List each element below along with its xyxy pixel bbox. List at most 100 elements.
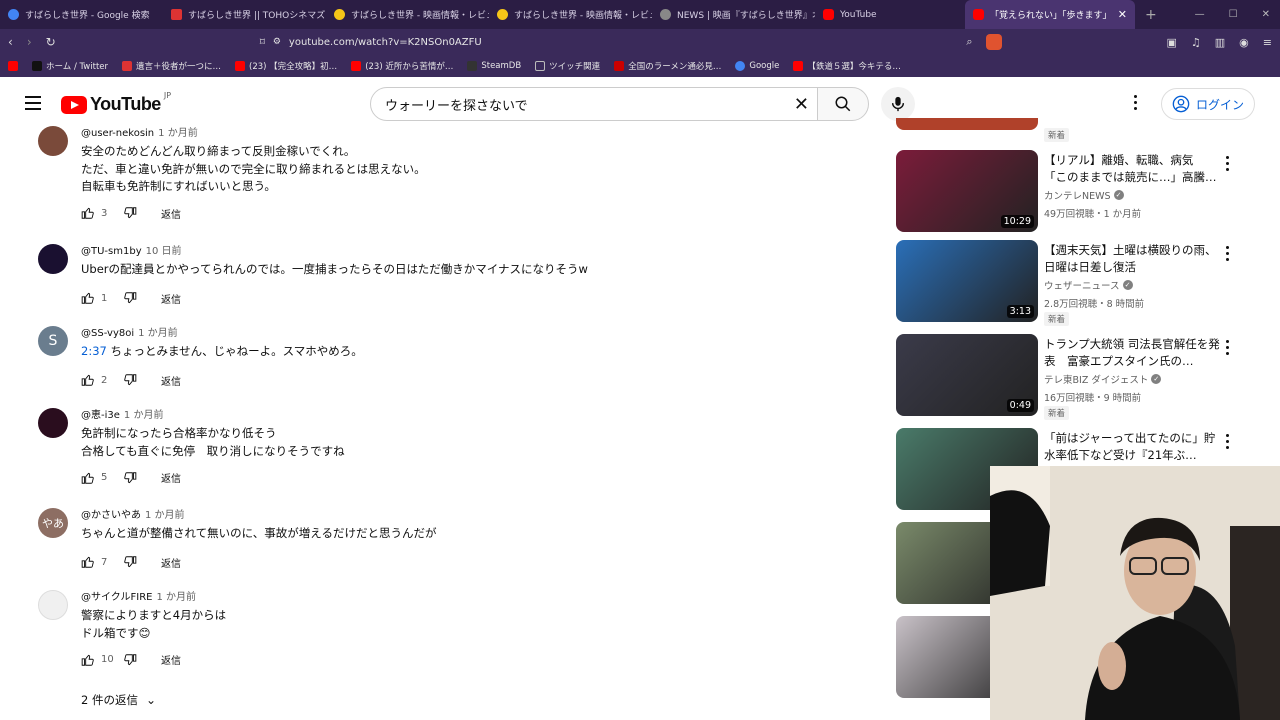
comment-author[interactable]: @サイクルFIRE bbox=[81, 592, 152, 603]
thumbs-up-icon[interactable] bbox=[81, 653, 95, 667]
comment-author[interactable]: @かさいやあ bbox=[81, 510, 141, 521]
close-window-icon[interactable]: ✕ bbox=[1262, 9, 1270, 20]
thumbs-down-icon[interactable] bbox=[123, 373, 137, 387]
video-channel[interactable]: カンテレNEWS ✓ bbox=[1044, 188, 1124, 202]
video-thumbnail-partial[interactable] bbox=[896, 118, 1038, 130]
bookmark-item[interactable] bbox=[8, 61, 18, 71]
video-thumbnail[interactable]: 3:13 bbox=[896, 240, 1038, 322]
new-tab-button[interactable]: + bbox=[1135, 7, 1167, 23]
thumbs-up-icon[interactable] bbox=[81, 206, 95, 220]
browser-tab-active[interactable]: 「覚えられない」「歩きます」違反行為 ✕ bbox=[965, 0, 1135, 29]
thumbs-down-icon[interactable] bbox=[123, 291, 137, 305]
browser-tab[interactable]: すばらしき世界 - 映画情報・レビュー・評価 bbox=[489, 0, 652, 29]
zoom-icon[interactable]: ⌕ bbox=[966, 35, 972, 49]
video-thumbnail[interactable]: 0:49 bbox=[896, 334, 1038, 416]
reply-button[interactable]: 返信 bbox=[161, 470, 181, 485]
avatar[interactable] bbox=[38, 590, 68, 620]
browser-tab[interactable]: NEWS | 映画『すばらしき世界』オフィシャル bbox=[652, 0, 815, 29]
reload-icon[interactable]: ↻ bbox=[46, 35, 56, 49]
video-title[interactable]: トランプ大統領 司法長官解任を発表 富豪エプスタイン氏の… bbox=[1044, 336, 1220, 370]
browser-menu-icon[interactable]: ≡ bbox=[1263, 36, 1272, 49]
bookmark-folder[interactable]: ツイッチ関連 bbox=[535, 60, 600, 72]
comment-content: ちゃんと道が整備されて無いのに、事故が増えるだけだと思うんだが bbox=[81, 525, 436, 543]
browser-tab[interactable]: YouTube bbox=[815, 0, 965, 29]
comment-time[interactable]: 1 か月前 bbox=[156, 592, 196, 603]
browser-tab[interactable]: すばらしき世界 || TOHOシネマズ bbox=[163, 0, 326, 29]
login-button[interactable]: ログイン bbox=[1161, 88, 1256, 120]
thumbs-up-icon[interactable] bbox=[81, 471, 95, 485]
reply-button[interactable]: 返信 bbox=[161, 291, 181, 306]
browser-tab[interactable]: すばらしき世界 - 映画情報・レビュー・評価 bbox=[326, 0, 489, 29]
clear-search-icon[interactable]: ✕ bbox=[794, 94, 809, 115]
comment-author[interactable]: @恵-i3e bbox=[81, 410, 120, 421]
reply-button[interactable]: 返信 bbox=[161, 206, 181, 221]
forward-icon[interactable]: › bbox=[27, 35, 32, 49]
thumbs-up-icon[interactable] bbox=[81, 373, 95, 387]
search-input[interactable]: ウォーリーを探さないで ✕ bbox=[370, 87, 818, 121]
wallet-icon[interactable]: ◉ bbox=[1239, 36, 1249, 49]
comment-author[interactable]: @SS-vy8oi bbox=[81, 328, 134, 339]
voice-search-button[interactable] bbox=[881, 87, 915, 121]
comment-time[interactable]: 1 か月前 bbox=[138, 328, 178, 339]
comment-time[interactable]: 1 か月前 bbox=[158, 128, 198, 139]
music-icon[interactable]: ♫ bbox=[1191, 36, 1201, 49]
sidebar-icon[interactable]: ▥ bbox=[1215, 36, 1225, 49]
bookmark-item[interactable]: SteamDB bbox=[467, 61, 521, 71]
thumbs-down-icon[interactable] bbox=[123, 653, 137, 667]
bookmark-item[interactable]: (23) 近所から苦情が… bbox=[351, 60, 453, 72]
show-replies-button[interactable]: 2 件の返信 ⌄ bbox=[81, 692, 156, 708]
avatar[interactable]: やあ bbox=[38, 508, 68, 538]
comment-author[interactable]: @TU-sm1by bbox=[81, 246, 142, 257]
bookmark-item[interactable]: 遺言＋役者が一つに… bbox=[122, 60, 221, 72]
video-channel[interactable]: ウェザーニュース ✓ bbox=[1044, 278, 1133, 292]
bookmark-item[interactable]: Google bbox=[735, 61, 779, 71]
video-title[interactable]: 【週末天気】土曜は横殴りの雨、日曜は日差し復活 bbox=[1044, 242, 1220, 276]
reply-button[interactable]: 返信 bbox=[161, 373, 181, 388]
thumbs-up-icon[interactable] bbox=[81, 555, 95, 569]
avatar[interactable] bbox=[38, 408, 68, 438]
related-video-item[interactable]: 0:49 トランプ大統領 司法長官解任を発表 富豪エプスタイン氏の… テレ東BIZ … bbox=[896, 334, 1277, 420]
thumbs-down-icon[interactable] bbox=[123, 555, 137, 569]
thumbs-down-icon[interactable] bbox=[123, 471, 137, 485]
comment-time[interactable]: 1 か月前 bbox=[145, 510, 185, 521]
avatar[interactable] bbox=[38, 126, 68, 156]
maximize-icon[interactable]: ☐ bbox=[1229, 9, 1238, 20]
minimize-icon[interactable]: — bbox=[1195, 9, 1205, 20]
browser-tab[interactable]: すばらしき世界 - Google 検索 bbox=[0, 0, 163, 29]
reply-button[interactable]: 返信 bbox=[161, 652, 181, 667]
related-video-item[interactable]: 10:29 【リアル】離婚、転職、病気 「このままでは競売に…」高騰… カンテレNE… bbox=[896, 150, 1277, 234]
video-thumbnail[interactable]: 10:29 bbox=[896, 150, 1038, 232]
avatar[interactable]: S bbox=[38, 326, 68, 356]
reply-button[interactable]: 返信 bbox=[161, 555, 181, 570]
thumbs-up-icon[interactable] bbox=[81, 291, 95, 305]
bookmark-item[interactable]: 【鉄道５選】今キテる… bbox=[793, 60, 901, 72]
video-channel[interactable]: テレ東BIZ ダイジェスト ✓ bbox=[1044, 372, 1162, 386]
thumbs-down-icon[interactable] bbox=[123, 206, 137, 220]
bookmark-item[interactable]: 全国のラーメン通必見… bbox=[614, 60, 721, 72]
video-menu-icon[interactable] bbox=[1226, 246, 1230, 264]
video-menu-icon[interactable] bbox=[1226, 156, 1230, 174]
site-info-icon[interactable]: ⚙ bbox=[273, 37, 281, 47]
search-button[interactable] bbox=[817, 87, 869, 121]
comment-time[interactable]: 1 か月前 bbox=[124, 410, 164, 421]
video-title[interactable]: 「前はジャーって出てたのに」貯水率低下など受け『21年ぶ… bbox=[1044, 430, 1220, 464]
back-icon[interactable]: ‹ bbox=[8, 35, 13, 49]
comment-author[interactable]: @user-nekosin bbox=[81, 128, 154, 139]
bookmark-item[interactable]: (23) 【完全攻略】初… bbox=[235, 60, 337, 72]
video-title[interactable]: 【リアル】離婚、転職、病気 「このままでは競売に…」高騰… bbox=[1044, 152, 1220, 186]
avatar[interactable] bbox=[38, 244, 68, 274]
bookmark-icon[interactable]: ⌑ bbox=[260, 37, 265, 48]
youtube-logo[interactable]: YouTube JP bbox=[61, 91, 171, 115]
close-tab-icon[interactable]: ✕ bbox=[1118, 8, 1127, 21]
video-menu-icon[interactable] bbox=[1226, 340, 1230, 358]
timestamp-link[interactable]: 2:37 bbox=[81, 344, 107, 358]
hamburger-menu-icon[interactable] bbox=[25, 96, 41, 114]
address-bar[interactable]: ⌑ ⚙ youtube.com/watch?v=K2NSOn0AZFU bbox=[260, 37, 953, 48]
brave-shield-icon[interactable] bbox=[986, 34, 1003, 50]
comment-time[interactable]: 10 日前 bbox=[146, 246, 182, 257]
extension-icon[interactable]: ▣ bbox=[1166, 36, 1176, 49]
video-menu-icon[interactable] bbox=[1226, 434, 1230, 452]
related-video-item[interactable]: 3:13 【週末天気】土曜は横殴りの雨、日曜は日差し復活 ウェザーニュース ✓ 2.8万… bbox=[896, 240, 1277, 326]
settings-menu-icon[interactable] bbox=[1134, 95, 1138, 113]
bookmark-item[interactable]: ホーム / Twitter bbox=[32, 60, 108, 72]
